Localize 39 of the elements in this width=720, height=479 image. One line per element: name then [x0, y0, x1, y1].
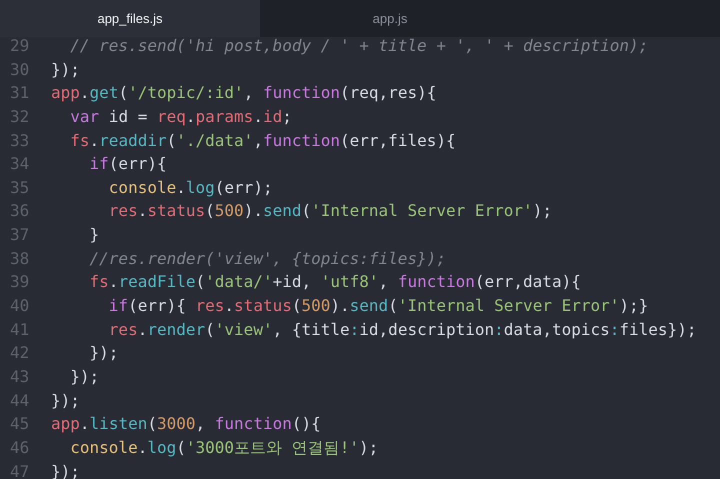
code-line: fs.readFile('data/'+id, 'utf8', function(err,data){	[88, 271, 581, 294]
code-line: console.log(err);	[108, 176, 273, 199]
line-number: 42	[9, 342, 30, 364]
line-number: 34	[9, 153, 30, 176]
line-number: 37	[9, 224, 30, 246]
line-number: 33	[9, 130, 30, 152]
line-number: 46	[9, 436, 30, 459]
code-line: res.render('view', {title:id,description:data,topics:files});	[108, 318, 696, 341]
line-number: 38	[9, 248, 30, 270]
code-line: app.listen(3000, function(){	[51, 413, 321, 436]
tab[interactable]: app_files.js	[0, 0, 260, 37]
code-line: res.status(500).send('Internal Server Error');	[108, 200, 552, 222]
line-number: 44	[9, 390, 30, 412]
code-line: });	[69, 366, 100, 388]
line-number: 39	[9, 271, 30, 294]
line-number: 41	[9, 318, 30, 341]
code-line: });	[88, 342, 118, 364]
line-number: 29	[9, 37, 30, 57]
line-number: 32	[9, 106, 30, 128]
code-line: fs.readdir('./data',function(err,files){	[69, 130, 456, 152]
code-line: if(err){ res.status(500).send('Internal Server Error');}	[108, 295, 648, 318]
line-number: 47	[9, 460, 30, 479]
line-number: 35	[9, 176, 30, 199]
code-line: });	[51, 390, 80, 412]
code-line: // res.send('hi post,body / ' + title + ', ' + description);	[69, 37, 648, 57]
code-line: app.get('/topic/:id', function(req,res){	[51, 82, 436, 104]
line-number: 31	[9, 82, 30, 104]
code-line: if(err){	[88, 153, 167, 176]
code-line: });	[51, 58, 80, 81]
code-line: var id = req.params.id;	[69, 106, 292, 128]
line-number: 30	[9, 58, 30, 81]
line-number: 40	[9, 295, 30, 318]
code-line: });	[51, 460, 80, 479]
line-number: 43	[9, 366, 30, 388]
code-line: }	[88, 224, 100, 246]
line-number: 45	[9, 413, 30, 436]
code-line: console.log('3000포트와 연결됨!');	[69, 436, 378, 459]
line-number: 36	[9, 200, 30, 222]
code-line: //res.render('view', {topics:files});	[88, 248, 446, 270]
